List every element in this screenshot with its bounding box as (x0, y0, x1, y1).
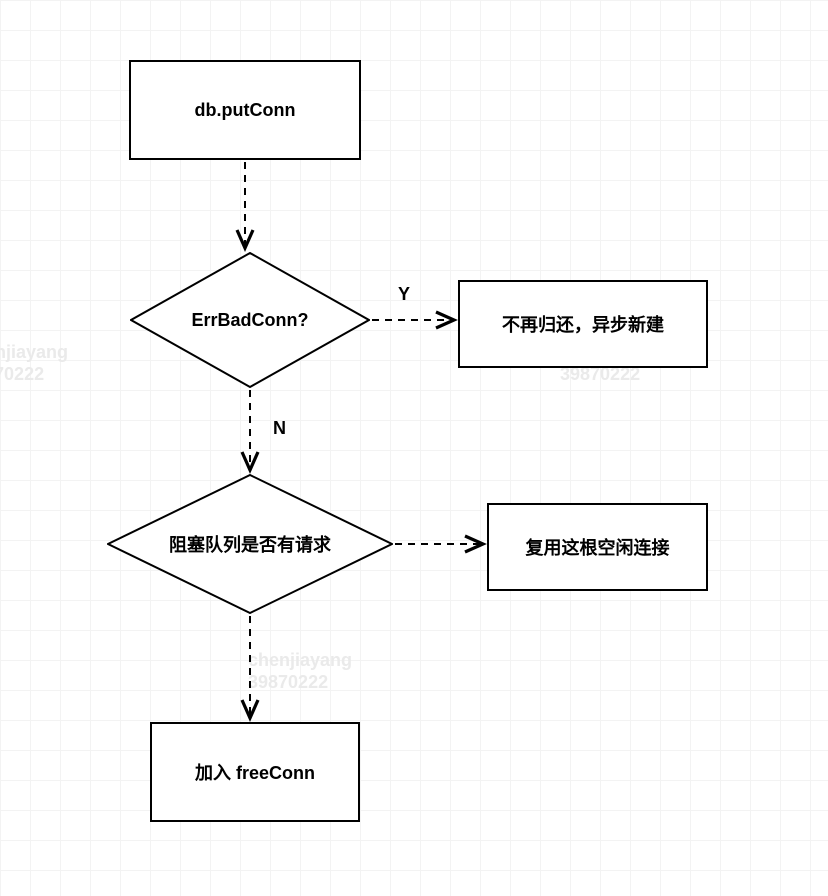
node-r2-label: 复用这根空闲连接 (526, 534, 670, 560)
edge-label-y: Y (398, 284, 410, 305)
node-add-freeconn: 加入 freeConn (150, 722, 360, 822)
node-end-label: 加入 freeConn (195, 759, 315, 785)
node-no-return-async-new: 不再归还，异步新建 (458, 280, 708, 368)
node-reuse-idle-conn: 复用这根空闲连接 (487, 503, 708, 591)
watermark: chenjiayang39870222 (248, 650, 352, 693)
node-d2-label: 阻塞队列是否有请求 (169, 531, 331, 557)
node-start: db.putConn (129, 60, 361, 160)
edge-label-n: N (273, 418, 286, 439)
connectors (0, 0, 828, 896)
node-d1-label: ErrBadConn? (192, 310, 309, 331)
node-r1-label: 不再归还，异步新建 (502, 311, 664, 337)
watermark: chenjiayang39870222 (0, 342, 68, 385)
node-start-label: db.putConn (195, 100, 296, 121)
